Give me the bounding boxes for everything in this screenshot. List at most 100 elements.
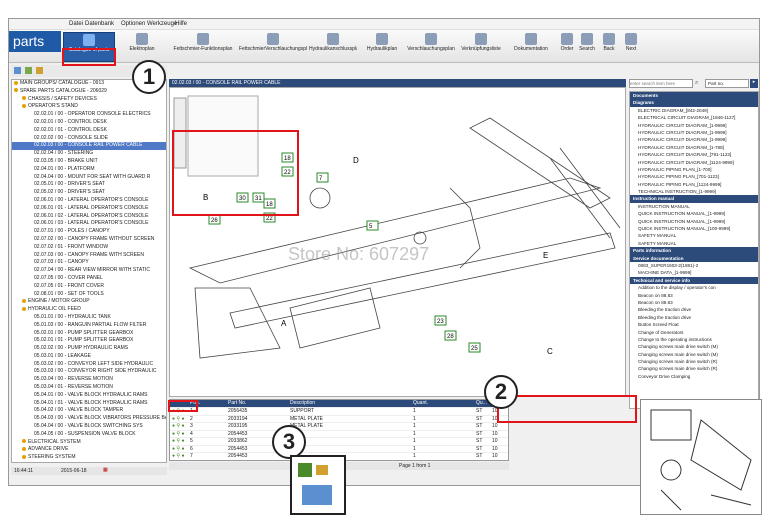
tree-item[interactable]: 05.04.05 / 00 - SUSPENSION VALVE BLOCK xyxy=(12,431,166,439)
docs-item[interactable]: ELECTRIC DIAGRAM_[842-2049] xyxy=(630,107,758,114)
tree-item[interactable]: 05.03.01 / 00 - LEAKAGE xyxy=(12,353,166,361)
table-row[interactable]: ● ⚲ ● 4 2054453 1 ST 10 xyxy=(170,431,508,439)
docs-item[interactable]: Bleeding the traction drive xyxy=(630,306,758,313)
row-action-icons[interactable]: ● ⚲ ● xyxy=(172,431,184,439)
docs-item[interactable]: HYDRAULIC PIPING PLAN_[701-1123] xyxy=(630,173,758,180)
tree-item[interactable]: 02.02.03 / 00 - CONSOLE RAIL POWER CABLE xyxy=(12,142,166,151)
docs-item[interactable]: Addition to the display / operator's con xyxy=(630,284,758,291)
tree-item[interactable]: HYDRAULIC OIL FEED xyxy=(12,306,166,314)
docs-item[interactable]: Changing screws main drive switch (M) xyxy=(630,351,758,358)
row-action-icons[interactable]: ● ⚲ ● xyxy=(172,438,184,446)
tree-item[interactable]: 02.08.01 / 00 - SET OF TOOLS xyxy=(12,291,166,299)
docs-item[interactable]: SAFETY MANUAL xyxy=(630,240,758,247)
tree-item[interactable]: 02.05.01 / 00 - DRIVER'S SEAT xyxy=(12,181,166,189)
drawing-label[interactable]: 5 xyxy=(366,220,379,231)
tree-item[interactable]: 02.03.05 / 00 - BRAKE UNIT xyxy=(12,158,166,166)
toolbar-button-13[interactable]: Next xyxy=(621,32,641,62)
docs-item[interactable]: HYDRAULIC PIPING PLAN_[1124-9999] xyxy=(630,181,758,188)
docs-item[interactable]: QUICK INSTRUCTION MANUAL_[100-9999] xyxy=(630,225,758,232)
docs-item[interactable]: HYDRAULIC CIRCUIT DIAGRAM_[1-9999] xyxy=(630,122,758,129)
docs-item[interactable]: HYDRAULIC CIRCUIT DIAGRAM_[791-1123] xyxy=(630,151,758,158)
tree-item[interactable]: ENGINE / MOTOR GROUP xyxy=(12,298,166,306)
drawing-label[interactable]: C xyxy=(547,347,553,356)
tree-item[interactable]: STEERING SYSTEM xyxy=(12,454,166,462)
tree-item[interactable]: 02.07.02 / 00 - CANOPY FRAME WITHOUT SCR… xyxy=(12,236,166,244)
tree-item[interactable]: OPERATOR'S STAND xyxy=(12,103,166,111)
toolbar-button-5[interactable]: Hydraulikanschlussplan xyxy=(309,32,357,62)
docs-item[interactable]: 0883_SUPER1603-2(1881)-2 xyxy=(630,262,758,269)
tree-item[interactable]: 02.04.01 / 00 - PLATFORM xyxy=(12,166,166,174)
menu-optionen[interactable]: Optionen xyxy=(121,21,145,27)
docs-item[interactable]: Change of Generators xyxy=(630,329,758,336)
tree-item[interactable]: 02.07.01 / 00 - POLES / CANOPY xyxy=(12,228,166,236)
docs-item[interactable]: SAFETY MANUAL xyxy=(630,232,758,239)
tree-item[interactable]: CHASSIS / SAFETY DEVICES xyxy=(12,96,166,104)
menu-werkzeuge[interactable]: Werkzeuge xyxy=(147,21,177,27)
docs-section-header[interactable]: Documents xyxy=(630,92,758,100)
tree-item[interactable]: 02.06.01 / 01 - LATERAL OPERATOR'S CONSO… xyxy=(12,205,166,213)
docs-item[interactable]: Changing screws main drive switch (R) xyxy=(630,358,758,365)
tree-item[interactable]: 05.03.03 / 00 - CONVEYOR RIGHT SIDE HYDR… xyxy=(12,368,166,376)
docs-section-header[interactable]: Technical and service info xyxy=(630,276,758,285)
toolbar-button-11[interactable]: Search xyxy=(577,32,597,62)
docs-section-header[interactable]: Instruction manual xyxy=(630,195,758,203)
docs-item[interactable]: Changing screws main drive switch (R) xyxy=(630,365,758,372)
documents-panel[interactable]: Documents Diagrams ELECTRIC DIAGRAM_[842-2… xyxy=(629,91,759,409)
docs-section-header[interactable]: Service documentation xyxy=(630,254,758,262)
toolbar-button-3[interactable]: Fettschmier-Funktionsplan xyxy=(169,32,237,62)
tree-item[interactable]: 05.04.04 / 00 - VALVE BLOCK SWITCHING SY… xyxy=(12,423,166,431)
menu-hilfe[interactable]: Hilfe xyxy=(175,21,187,27)
drawing-label[interactable]: A xyxy=(281,319,287,328)
tree-item[interactable]: 02.06.01 / 03 - LATERAL OPERATOR'S CONSO… xyxy=(12,220,166,228)
docs-item[interactable]: Bleeding the traction drive xyxy=(630,314,758,321)
docs-item[interactable]: QUICK INSTRUCTION MANUAL_[1-9999] xyxy=(630,210,758,217)
docs-item[interactable]: HYDRAULIC PIPING PLAN_[1-700] xyxy=(630,166,758,173)
tree-item[interactable]: 02.07.04 / 00 - REAR VIEW MIRROR WITH ST… xyxy=(12,267,166,275)
drawing-label[interactable]: E xyxy=(543,251,548,260)
table-row[interactable]: ● ⚲ ● 1 2056435 SUPPORT 1 ST 10 xyxy=(170,408,508,416)
tree-item[interactable]: 02.07.05 / 00 - COVER PANEL xyxy=(12,275,166,283)
toolbar-button-6[interactable]: Hydraulikplan xyxy=(359,32,405,62)
column-header[interactable]: Description xyxy=(290,400,315,408)
table-row[interactable]: ● ⚲ ● 6 2054453 1 ST 10 xyxy=(170,446,508,453)
drawing-label[interactable]: 7 xyxy=(316,172,329,183)
tree-item[interactable]: 05.02.01 / 01 - PUMP SPLITTER GEARBOX xyxy=(12,337,166,345)
row-action-icons[interactable]: ● ⚲ ● xyxy=(172,453,184,460)
docs-item[interactable]: Conveyor Drive Clamping xyxy=(630,373,758,380)
tree-item[interactable]: 05.04.02 / 00 - VALVE BLOCK TAMPER xyxy=(12,407,166,415)
toolbar-button-10[interactable]: Order xyxy=(557,32,577,62)
table-row[interactable]: ● ⚲ ● 5 2033862 1 ST 10 xyxy=(170,438,508,446)
toolbar-button-7[interactable]: Verschlauchungsplan xyxy=(407,32,455,62)
tree-item[interactable]: 02.02.01 / 01 - CONTROL DESK xyxy=(12,127,166,135)
parts-table[interactable]: Pos. Part No. Description Quant. Qu... ● ⚲ ● 1… xyxy=(169,399,509,461)
tree-item[interactable]: 02.04.04 / 00 - MOUNT FOR SEAT WITH GUAR… xyxy=(12,174,166,182)
tree-item[interactable]: 02.02.02 / 00 - CONSOLE SLIDE xyxy=(12,135,166,143)
row-action-icons[interactable]: ● ⚲ ● xyxy=(172,416,184,424)
search-type-select[interactable]: Part no. xyxy=(705,79,749,88)
docs-item[interactable]: HYDRAULIC CIRCUIT DIAGRAM_[1-788] xyxy=(630,144,758,151)
docs-item[interactable]: INSTRUCTION MANUAL xyxy=(630,203,758,210)
tree-item[interactable]: 05.03.04 / 01 - REVERSE MOTION xyxy=(12,384,166,392)
search-input[interactable] xyxy=(629,79,693,88)
docs-item[interactable]: Button Screed Float xyxy=(630,321,758,328)
tree-item[interactable]: 05.02.02 / 00 - PUMP HYDRAULIC RAMS xyxy=(12,345,166,353)
tree-item[interactable]: 05.04.01 / 00 - VALVE BLOCK HYDRAULIC RA… xyxy=(12,392,166,400)
tree-item[interactable]: 05.03.04 / 00 - REVERSE MOTION xyxy=(12,376,166,384)
tree-item[interactable]: 05.01.01 / 00 - HYDRAULIC TANK xyxy=(12,314,166,322)
drawing-label[interactable]: 25 xyxy=(468,342,481,353)
docs-item[interactable]: ELECTRICAL CIRCUIT DIAGRAM_[1846-1127] xyxy=(630,114,758,121)
tree-item[interactable]: 05.04.03 / 00 - VALVE BLOCK VIBRATORS PR… xyxy=(12,415,166,423)
docs-item[interactable]: HYDRAULIC CIRCUIT DIAGRAM_[1-9999] xyxy=(630,136,758,143)
tree-item[interactable]: 05.03.02 / 00 - CONVEYOR LEFT SIDE HYDRA… xyxy=(12,361,166,369)
tree-item[interactable]: 02.06.01 / 02 - LATERAL OPERATOR'S CONSO… xyxy=(12,213,166,221)
tree-item[interactable]: 02.07.05 / 01 - FRONT COVER xyxy=(12,283,166,291)
docs-section-header[interactable]: Parts information xyxy=(630,247,758,255)
toolbar-button-12[interactable]: Back xyxy=(599,32,619,62)
docs-item[interactable]: QUICK INSTRUCTION MANUAL_[1-9999] xyxy=(630,218,758,225)
table-row[interactable]: ● ⚲ ● 3 2033195 METAL PLATE 1 ST 10 xyxy=(170,423,508,431)
drawing-label[interactable]: 23 xyxy=(434,315,447,326)
docs-section-header[interactable]: Diagrams xyxy=(630,99,758,107)
tree-item[interactable]: 02.07.03 / 01 - CANOPY xyxy=(12,259,166,267)
docs-item[interactable]: Beacon on 88.83 xyxy=(630,299,758,306)
tree-item[interactable]: ADVANCE DRIVE xyxy=(12,446,166,454)
